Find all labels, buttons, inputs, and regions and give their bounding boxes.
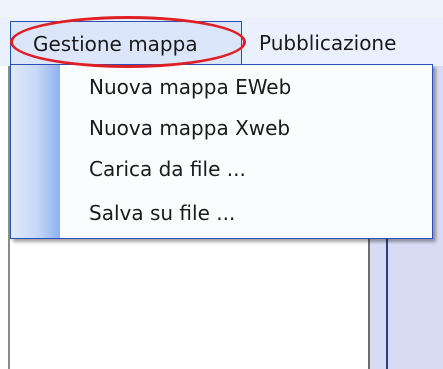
menu-pubblicazione-label: Pubblicazione (259, 31, 397, 55)
menu-item-carica-da-file[interactable]: Carica da file ... (89, 149, 246, 189)
menu-pubblicazione[interactable]: Pubblicazione (259, 21, 396, 65)
menu-gestione-mappa[interactable]: Gestione mappa (10, 21, 242, 65)
menu-item-label: Nuova mappa Xweb (89, 116, 291, 140)
menu-item-label: Nuova mappa EWeb (89, 75, 292, 99)
menu-item-salva-su-file[interactable]: Salva su file ... (89, 193, 235, 233)
menu-item-label: Carica da file ... (89, 157, 246, 181)
menu-item-nuova-mappa-xweb[interactable]: Nuova mappa Xweb (89, 108, 290, 148)
gestione-mappa-dropdown: Nuova mappa EWeb Nuova mappa Xweb Carica… (10, 64, 433, 239)
menu-gestione-mappa-label: Gestione mappa (33, 31, 198, 56)
dropdown-icon-gutter (11, 65, 60, 238)
menu-item-nuova-mappa-eweb[interactable]: Nuova mappa EWeb (89, 67, 291, 107)
menu-item-label: Salva su file ... (89, 201, 236, 225)
